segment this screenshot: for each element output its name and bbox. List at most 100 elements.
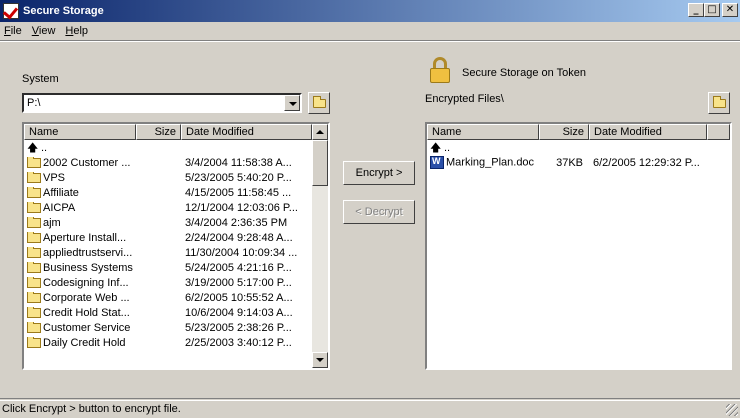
list-item[interactable]: appliedtrustservi... 11/30/2004 10:09:34 … (24, 245, 328, 260)
decrypt-button[interactable]: < Decrypt (343, 200, 415, 224)
list-item[interactable]: Affiliate 4/15/2005 11:58:45 ... (24, 185, 328, 200)
item-name: appliedtrustservi... (43, 246, 133, 259)
item-date-modified: 3/4/2004 2:36:35 PM (185, 216, 288, 229)
list-item[interactable]: 🡅.. (427, 140, 730, 155)
list-item[interactable]: Credit Hold Stat... 10/6/2004 9:14:03 A..… (24, 305, 328, 320)
folder-icon (27, 246, 41, 258)
token-heading: Secure Storage on Token (462, 67, 586, 79)
item-name-cell: Daily Credit Hold (24, 336, 136, 349)
column-date-modified[interactable]: Date Modified (181, 124, 312, 140)
system-label: System (22, 73, 59, 85)
item-date-modified: 3/19/2000 5:17:00 P... (185, 276, 292, 289)
list-item[interactable]: Daily Credit Hold 2/25/2003 3:40:12 P... (24, 335, 328, 350)
resize-grip-icon[interactable] (726, 404, 738, 416)
item-name: 2002 Customer ... (43, 156, 131, 169)
folder-icon (27, 186, 41, 198)
column-size[interactable]: Size (539, 124, 589, 140)
list-item[interactable]: AICPA 12/1/2004 12:03:06 P... (24, 200, 328, 215)
item-date-modified: 5/23/2005 5:40:20 P... (185, 171, 292, 184)
up-folder-icon: 🡅 (430, 141, 442, 154)
item-name-cell: Affiliate (24, 186, 136, 199)
item-name: Credit Hold Stat... (43, 306, 130, 319)
word-document-icon (430, 156, 444, 169)
list-item[interactable]: ajm 3/4/2004 2:36:35 PM (24, 215, 328, 230)
vertical-scrollbar[interactable] (312, 124, 328, 368)
folder-icon (27, 156, 41, 168)
item-date-modified: 2/24/2004 9:28:48 A... (185, 231, 293, 244)
list-body: 🡅.. Marking_Plan.doc 37KB 6/2/2005 12:29:32… (427, 140, 730, 170)
menu-help[interactable]: Help (61, 25, 94, 37)
token-folder-button[interactable] (708, 92, 730, 114)
folder-icon (27, 171, 41, 183)
list-item[interactable]: Codesigning Inf... 3/19/2000 5:17:00 P... (24, 275, 328, 290)
list-item[interactable]: Business Systems 5/24/2005 4:21:16 P... (24, 260, 328, 275)
item-name-cell: Credit Hold Stat... (24, 306, 136, 319)
window-title: Secure Storage (23, 5, 104, 17)
menu-view[interactable]: View (28, 25, 62, 37)
column-name[interactable]: Name (24, 124, 136, 140)
list-header: Name Size Date Modified (24, 124, 328, 140)
column-name[interactable]: Name (427, 124, 539, 140)
maximize-button[interactable]: □ (704, 3, 720, 17)
status-text: Click Encrypt > button to encrypt file. (2, 403, 181, 415)
item-name-cell: Marking_Plan.doc (427, 156, 539, 169)
item-name: Business Systems (43, 261, 133, 274)
item-name: Codesigning Inf... (43, 276, 129, 289)
item-name: Marking_Plan.doc (446, 156, 535, 169)
title-bar: Secure Storage _ □ ✕ (0, 0, 740, 22)
drive-select[interactable]: P:\ (22, 93, 302, 113)
encrypted-file-list[interactable]: Name Size Date Modified 🡅..Marking_Plan.… (425, 122, 732, 370)
list-body: 🡅.. 2002 Customer ... 3/4/2004 11:58:38 A.… (24, 140, 328, 350)
item-name: .. (444, 141, 451, 154)
item-name: .. (41, 141, 48, 154)
minimize-button[interactable]: _ (688, 3, 704, 17)
item-date-modified: 4/15/2005 11:58:45 ... (185, 186, 292, 199)
drive-value: P:\ (27, 97, 41, 109)
item-name-cell: 🡅.. (427, 142, 539, 154)
item-date-modified: 6/2/2005 12:29:32 P... (593, 156, 700, 169)
item-date-modified: 10/6/2004 9:14:03 A... (185, 306, 293, 319)
window-controls: _ □ ✕ (688, 3, 738, 17)
list-item[interactable]: VPS 5/23/2005 5:40:20 P... (24, 170, 328, 185)
system-file-list[interactable]: Name Size Date Modified 🡅.. 2002 Customer… (22, 122, 330, 370)
folder-icon (27, 201, 41, 213)
item-name: Corporate Web ... (43, 291, 130, 304)
item-name: Aperture Install... (43, 231, 127, 244)
item-name-cell: Corporate Web ... (24, 291, 136, 304)
scroll-up-button[interactable] (312, 124, 328, 140)
item-name-cell: 🡅.. (24, 142, 136, 154)
scroll-down-button[interactable] (312, 352, 328, 368)
browse-folder-button[interactable] (308, 92, 330, 114)
item-date-modified: 11/30/2004 10:09:34 ... (185, 246, 298, 259)
item-name-cell: AICPA (24, 201, 136, 214)
item-name: Customer Service (43, 321, 131, 334)
folder-icon (27, 336, 41, 348)
column-size[interactable]: Size (136, 124, 181, 140)
list-item[interactable]: Customer Service 5/23/2005 2:38:26 P... (24, 320, 328, 335)
item-date-modified: 12/1/2004 12:03:06 P... (185, 201, 298, 214)
list-item[interactable]: Corporate Web ... 6/2/2005 10:55:52 A... (24, 290, 328, 305)
menu-separator (0, 40, 740, 42)
item-name-cell: appliedtrustservi... (24, 246, 136, 259)
folder-icon (27, 261, 41, 273)
item-name: AICPA (43, 201, 76, 214)
list-item[interactable]: Aperture Install... 2/24/2004 9:28:48 A..… (24, 230, 328, 245)
list-item[interactable]: Marking_Plan.doc 37KB 6/2/2005 12:29:32 P.… (427, 155, 730, 170)
list-item[interactable]: 🡅.. (24, 140, 328, 155)
item-date-modified: 6/2/2005 10:55:52 A... (185, 291, 293, 304)
item-name-cell: VPS (24, 171, 136, 184)
folder-icon (27, 216, 41, 228)
item-date-modified: 2/25/2003 3:40:12 P... (185, 336, 292, 349)
chevron-down-icon[interactable] (284, 95, 300, 111)
item-date-modified: 5/24/2005 4:21:16 P... (185, 261, 292, 274)
column-date-modified[interactable]: Date Modified (589, 124, 707, 140)
item-name: ajm (43, 216, 61, 229)
list-item[interactable]: 2002 Customer ... 3/4/2004 11:58:38 A... (24, 155, 328, 170)
column-filler (707, 124, 730, 140)
scroll-thumb[interactable] (312, 140, 328, 186)
encrypt-button[interactable]: Encrypt > (343, 161, 415, 185)
menu-file[interactable]: File (0, 25, 28, 37)
close-button[interactable]: ✕ (722, 3, 738, 17)
folder-icon (27, 306, 41, 318)
item-date-modified: 3/4/2004 11:58:38 A... (185, 156, 292, 169)
